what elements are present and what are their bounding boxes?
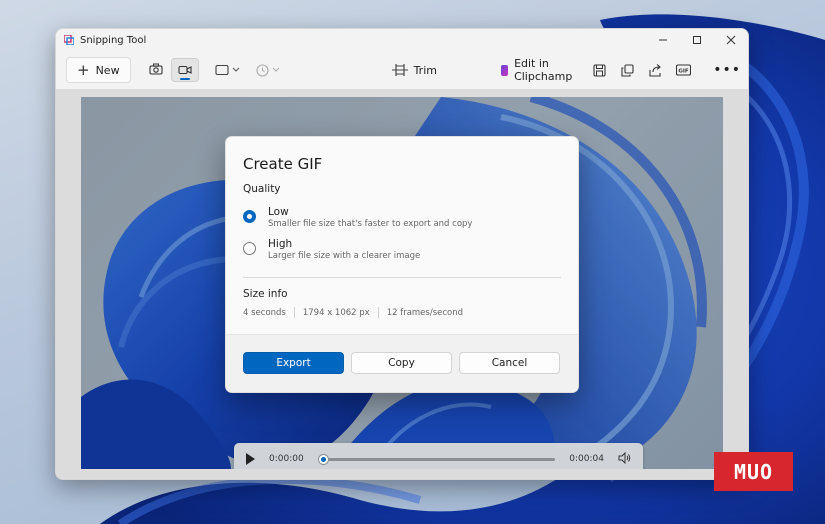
create-gif-button[interactable]: GIF [676,63,692,78]
current-time: 0:00:00 [269,454,304,464]
create-gif-dialog: Create GIF Quality Low Smaller file size… [225,136,579,393]
clipchamp-label: Edit in Clipchamp [514,57,573,83]
screenshot-mode-button[interactable] [143,58,169,80]
more-icon: ••• [713,62,741,78]
seek-knob[interactable] [317,453,329,465]
dimensions-value: 1794 x 1062 px [302,307,370,318]
total-time: 0:00:04 [569,454,604,464]
trim-icon [391,64,408,76]
plus-icon: + [77,60,90,79]
option-description: Smaller file size that's faster to expor… [268,219,473,229]
window-title: Snipping Tool [80,34,147,46]
chevron-down-icon [272,67,279,72]
title-bar: Snipping Tool [56,29,748,51]
quality-option-high[interactable]: High Larger file size with a clearer ima… [243,238,420,261]
camera-icon [149,63,163,75]
cancel-button[interactable]: Cancel [459,352,560,374]
delay-dropdown[interactable] [256,63,280,77]
separator [293,307,295,318]
fps-value: 12 frames/second [386,307,464,318]
option-label: Low [268,206,289,218]
option-label: High [268,238,293,250]
minimize-button[interactable] [646,29,680,51]
clock-icon [256,63,269,77]
new-button[interactable]: + New [66,57,131,83]
divider [243,277,561,278]
save-icon [593,63,606,77]
radio-button-low[interactable] [243,210,256,223]
separator [377,307,379,318]
video-camera-icon [178,65,192,75]
copy-button[interactable]: Copy [351,352,452,374]
volume-icon[interactable] [618,451,631,467]
seek-bar[interactable] [317,453,556,465]
copy-button[interactable] [620,63,635,78]
svg-text:GIF: GIF [679,69,690,75]
play-icon[interactable] [246,453,255,465]
maximize-button[interactable] [680,29,714,51]
duration-value: 4 seconds [243,307,286,318]
dialog-footer: Export Copy Cancel [226,334,578,392]
size-info-label: Size info [243,288,288,300]
save-button[interactable] [592,63,607,78]
muo-watermark-logo: MUO [714,452,793,491]
new-button-label: New [95,63,120,77]
share-icon [649,63,662,77]
chevron-down-icon [232,67,239,72]
trim-label: Trim [413,63,437,77]
rectangle-icon [215,64,229,76]
quality-label: Quality [243,183,281,195]
option-description: Larger file size with a clearer image [268,251,421,261]
close-button[interactable] [714,29,748,51]
capture-mode-group [143,58,199,82]
snipping-tool-icon [63,34,75,46]
export-button[interactable]: Export [243,352,344,374]
media-player-bar: 0:00:00 0:00:04 [234,443,643,469]
clipchamp-icon [500,64,509,76]
more-options-button[interactable]: ••• [713,62,741,78]
edit-in-clipchamp-button[interactable]: Edit in Clipchamp [500,57,576,83]
dialog-title: Create GIF [243,155,323,173]
quality-option-low[interactable]: Low Smaller file size that's faster to e… [243,206,472,229]
gif-icon: GIF [676,64,692,76]
snip-shape-dropdown[interactable] [215,64,240,76]
video-mode-button[interactable] [170,58,199,82]
radio-button-high[interactable] [243,242,256,255]
trim-button[interactable]: Trim [391,63,437,77]
toolbar: + New Trim Edit in Clipchamp GIF ••• [56,51,748,89]
size-info-values: 4 seconds 1794 x 1062 px 12 frames/secon… [243,307,463,318]
share-button[interactable] [648,63,663,78]
copy-icon [621,63,634,77]
